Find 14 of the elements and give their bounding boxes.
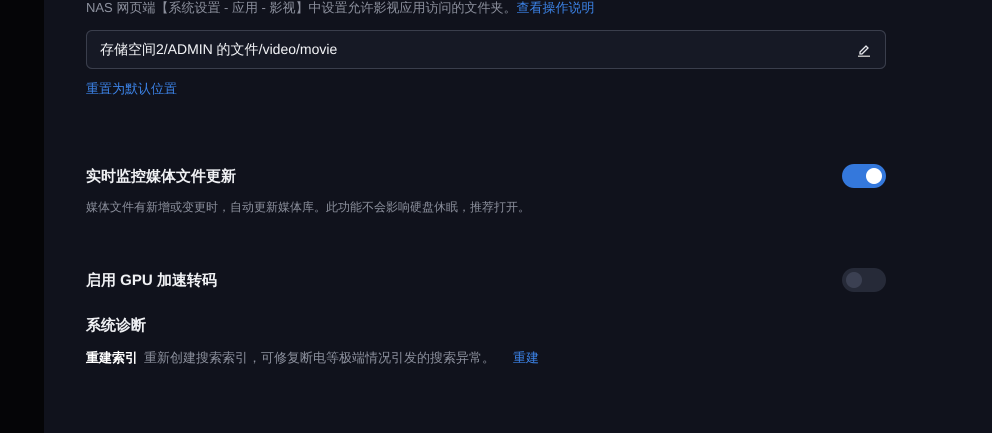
toggle-switch[interactable] xyxy=(842,164,886,188)
setting-title: 实时监控媒体文件更新 xyxy=(86,166,236,186)
edit-icon[interactable] xyxy=(857,42,871,56)
hint-text: NAS 网页端【系统设置 - 应用 - 影视】中设置允许影视应用访问的文件夹。查看操作说明 xyxy=(86,0,596,15)
setting-title: 启用 GPU 加速转码 xyxy=(86,270,217,290)
path-field[interactable]: 存储空间2/ADMIN 的文件/video/movie xyxy=(86,30,886,69)
toggle-switch[interactable] xyxy=(842,268,886,292)
rebuild-label: 重建索引 xyxy=(86,349,138,367)
rebuild-description: 重新创建搜索索引，可修复断电等极端情况引发的搜索异常。 xyxy=(144,349,495,367)
instructions-link[interactable]: 查看操作说明 xyxy=(516,0,594,15)
reset-link[interactable]: 重置为默认位置 xyxy=(86,80,177,98)
section-title: 系统诊断 xyxy=(86,316,147,335)
setting-description: 媒体文件有新增或变更时，自动更新媒体库。此功能不会影响硬盘休眠，推荐打开。 xyxy=(86,199,531,216)
rebuild-link[interactable]: 重建 xyxy=(513,349,539,367)
